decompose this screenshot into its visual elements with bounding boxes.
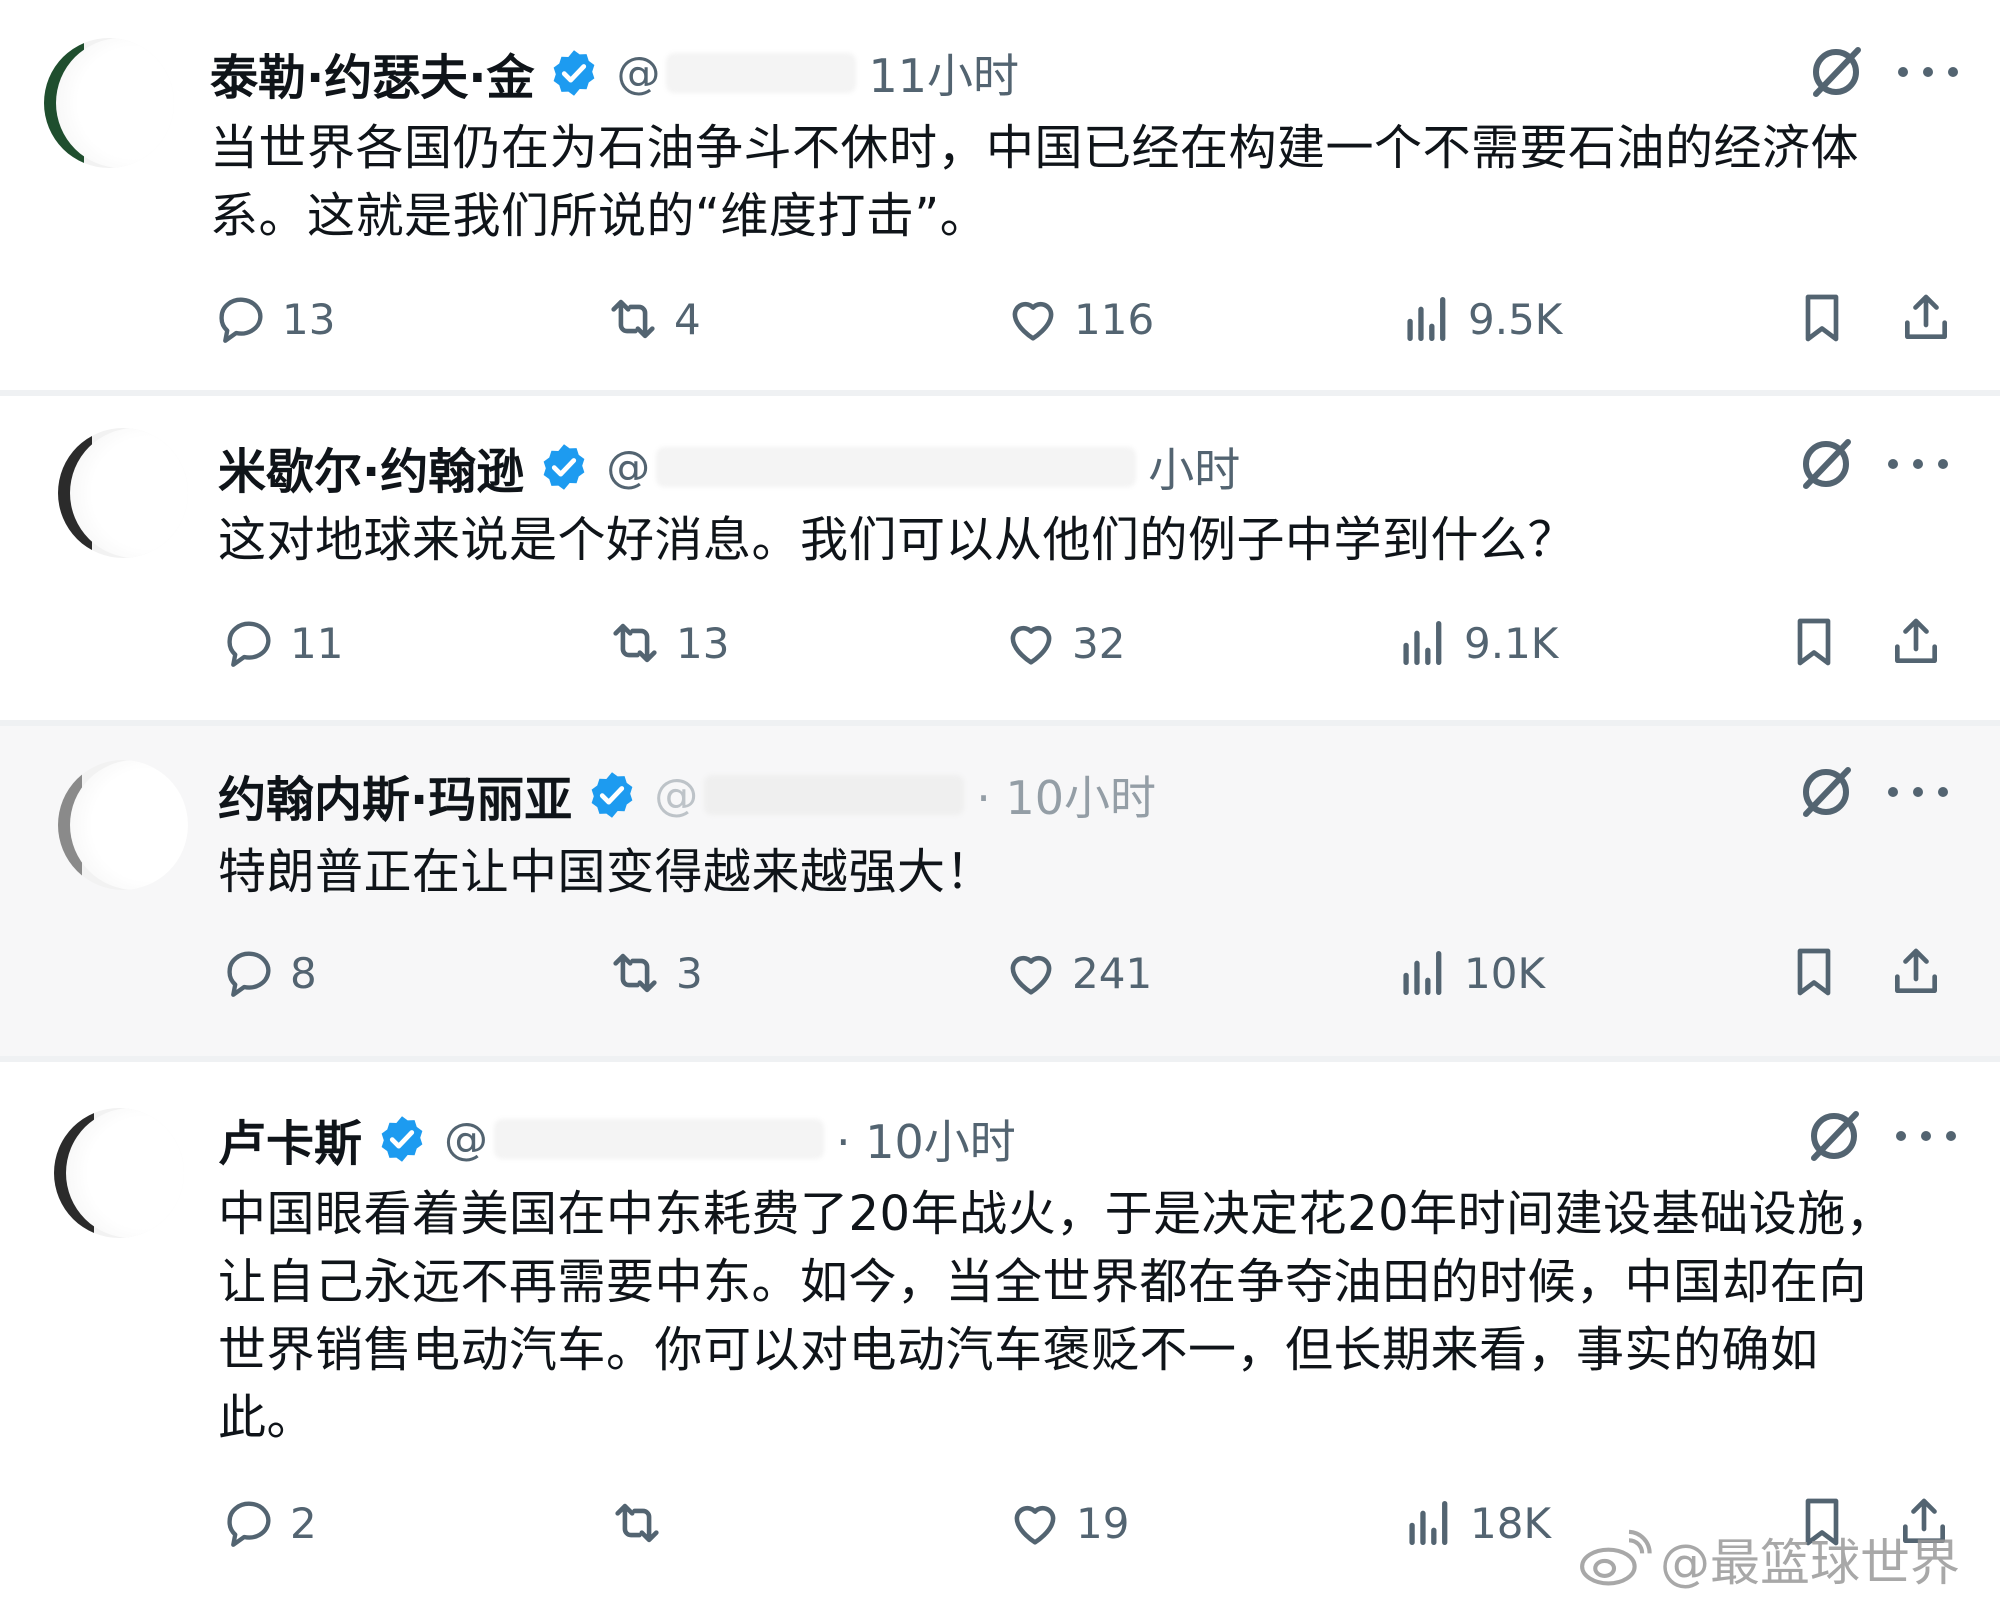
more-options-icon[interactable] <box>1888 454 1948 474</box>
like-count: 19 <box>1076 1498 1130 1548</box>
reply-count: 11 <box>290 618 344 668</box>
post-time[interactable]: 11小时 <box>868 40 1019 106</box>
like-button[interactable]: 116 <box>1004 290 1154 348</box>
views-button[interactable]: 10K <box>1394 944 1545 1002</box>
bookmark-icon[interactable] <box>1786 614 1842 670</box>
reply-count: 8 <box>290 948 317 998</box>
post-3[interactable]: 约翰内斯·玛丽亚 @ · 10小时 特朗普正在让中国变得越来越强大！ 8 3 2… <box>0 726 2000 1056</box>
verified-badge-icon <box>543 444 585 490</box>
repost-button[interactable] <box>608 1494 678 1552</box>
views-icon <box>1407 297 1446 341</box>
repost-icon <box>613 623 657 663</box>
post-text: 特朗普正在让中国变得越来越强大！ <box>218 844 995 900</box>
repost-button[interactable]: 3 <box>606 944 703 1002</box>
repost-icon <box>611 299 655 339</box>
views-button[interactable]: 9.5K <box>1398 290 1562 348</box>
repost-icon <box>615 1503 659 1543</box>
views-button[interactable]: 9.1K <box>1394 614 1558 672</box>
heart-icon <box>1014 1505 1056 1545</box>
more-options-icon[interactable] <box>1898 62 1958 82</box>
avatar[interactable] <box>54 1108 184 1238</box>
weibo-watermark: @最篮球世界 <box>1576 1523 1960 1595</box>
avatar[interactable] <box>44 38 174 168</box>
view-count: 9.5K <box>1468 294 1563 344</box>
repost-count: 13 <box>676 618 730 668</box>
like-count: 32 <box>1072 618 1126 668</box>
views-icon <box>1403 621 1442 665</box>
grok-icon[interactable] <box>1794 432 1858 496</box>
like-count: 241 <box>1072 948 1153 998</box>
verified-badge-icon <box>591 772 633 818</box>
post-text: 当世界各国仍在为石油争斗不休时，中国已经在构建一个不需要石油的经济体 系。这就是… <box>210 120 1860 244</box>
like-button[interactable]: 19 <box>1006 1494 1129 1552</box>
reply-icon <box>227 1501 271 1547</box>
like-count: 116 <box>1074 294 1155 344</box>
weibo-logo-icon <box>1580 1529 1652 1586</box>
repost-count: 4 <box>674 294 701 344</box>
share-icon[interactable] <box>1898 290 1954 346</box>
watermark-text: @最篮球世界 <box>1660 1534 1960 1592</box>
more-options-icon[interactable] <box>1888 782 1948 802</box>
post-text: 中国眼看着美国在中东耗费了20年战火，于是决定花20年时间建设基础设施， 让自己… <box>218 1186 1895 1446</box>
reply-icon <box>219 297 263 343</box>
author-name[interactable]: 约翰内斯·玛丽亚 <box>218 760 572 830</box>
avatar[interactable] <box>58 760 188 890</box>
verified-badge-icon <box>381 1116 423 1162</box>
author-handle[interactable]: @ <box>444 1114 488 1165</box>
repost-icon <box>613 953 657 993</box>
repost-count: 3 <box>676 948 703 998</box>
heart-icon <box>1010 625 1052 665</box>
reply-button[interactable]: 8 <box>220 944 317 1002</box>
grok-icon[interactable] <box>1804 40 1868 104</box>
author-handle[interactable]: @ <box>654 770 698 821</box>
author-name[interactable]: 泰勒·约瑟夫·金 <box>210 38 534 108</box>
action-bar: 13 4 116 9.5K <box>0 290 2000 350</box>
redacted-handle <box>494 1119 825 1159</box>
reply-button[interactable]: 13 <box>212 290 335 348</box>
verified-badge-icon <box>554 50 595 96</box>
views-icon <box>1409 1501 1448 1545</box>
reply-button[interactable]: 11 <box>220 614 343 672</box>
views-icon <box>1403 951 1442 995</box>
like-button[interactable]: 241 <box>1002 944 1152 1002</box>
view-count: 18K <box>1470 1498 1551 1548</box>
bookmark-icon[interactable] <box>1786 944 1842 1000</box>
share-icon[interactable] <box>1888 614 1944 670</box>
redacted-handle <box>704 775 965 815</box>
redacted-handle <box>656 447 1137 487</box>
more-options-icon[interactable] <box>1896 1126 1956 1146</box>
avatar[interactable] <box>58 428 188 558</box>
view-count: 10K <box>1464 948 1545 998</box>
post-2[interactable]: 米歇尔·约翰逊 @ 小时 这对地球来说是个好消息。我们可以从他们的例子中学到什么… <box>0 396 2000 720</box>
post-time[interactable]: · 10小时 <box>976 762 1156 828</box>
action-bar: 8 3 241 10K <box>0 944 2000 1004</box>
author-handle[interactable]: @ <box>616 48 660 99</box>
heart-icon <box>1010 955 1052 995</box>
post-1[interactable]: 泰勒·约瑟夫·金 @ 11小时 当世界各国仍在为石油争斗不休时，中国已经在构建一… <box>0 0 2000 390</box>
author-name[interactable]: 卢卡斯 <box>218 1104 362 1174</box>
repost-button[interactable]: 13 <box>606 614 729 672</box>
reply-icon <box>227 621 271 667</box>
redacted-handle <box>666 53 857 93</box>
post-time[interactable]: · 10小时 <box>836 1106 1016 1172</box>
action-bar: 11 13 32 9.1K <box>0 614 2000 674</box>
author-name[interactable]: 米歇尔·约翰逊 <box>218 432 524 502</box>
reply-icon <box>227 951 271 997</box>
view-count: 9.1K <box>1464 618 1559 668</box>
repost-button[interactable]: 4 <box>604 290 701 348</box>
author-handle[interactable]: @ <box>606 442 650 493</box>
post-text: 这对地球来说是个好消息。我们可以从他们的例子中学到什么？ <box>218 512 1577 568</box>
grok-icon[interactable] <box>1794 760 1858 824</box>
reply-button[interactable]: 2 <box>220 1494 317 1552</box>
grok-icon[interactable] <box>1802 1104 1866 1168</box>
views-button[interactable]: 18K <box>1400 1494 1551 1552</box>
reply-count: 2 <box>290 1498 317 1548</box>
bookmark-icon[interactable] <box>1794 290 1850 346</box>
like-button[interactable]: 32 <box>1002 614 1125 672</box>
post-time[interactable]: 小时 <box>1148 434 1240 500</box>
share-icon[interactable] <box>1888 944 1944 1000</box>
heart-icon <box>1012 301 1054 341</box>
reply-count: 13 <box>282 294 336 344</box>
